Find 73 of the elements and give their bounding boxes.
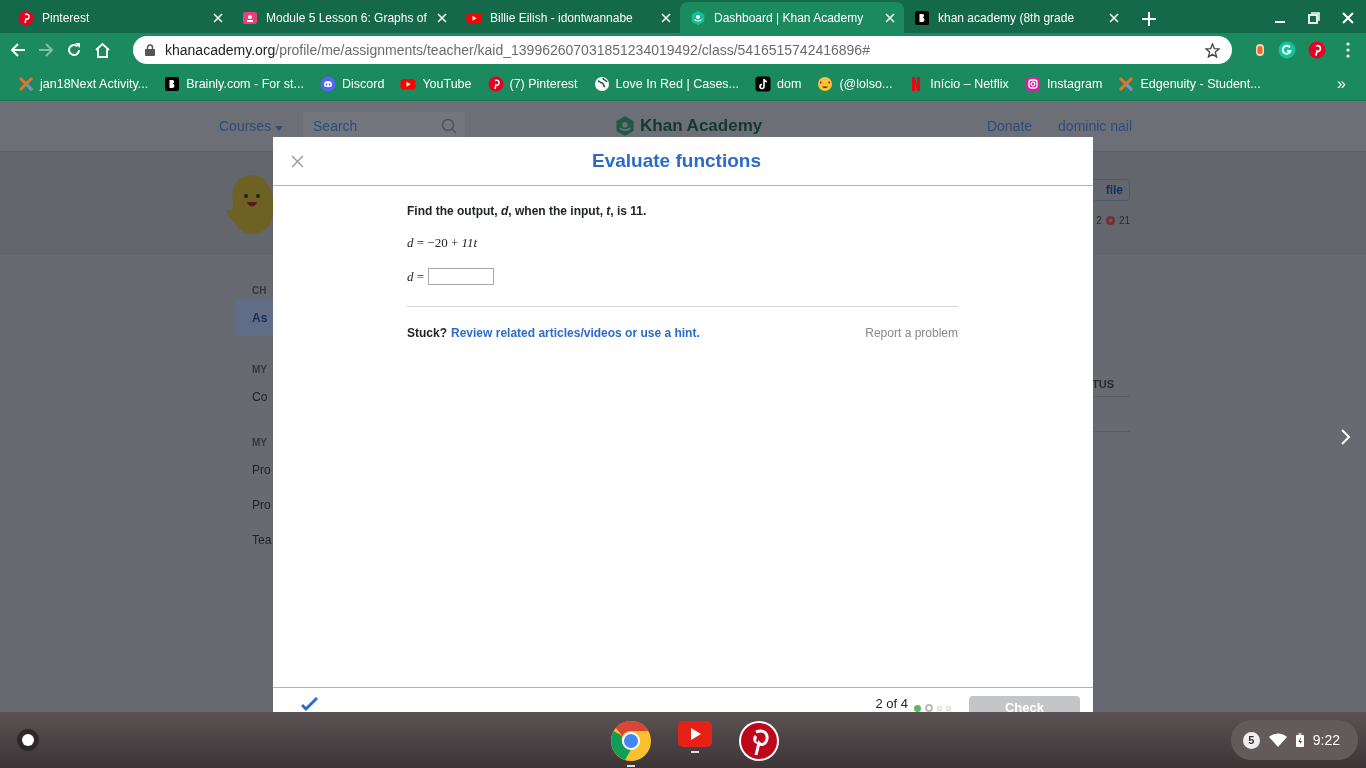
- running-indicator: [691, 751, 699, 754]
- video-app-icon[interactable]: [678, 721, 712, 748]
- site-icon: [593, 75, 610, 92]
- search-icon: [441, 118, 458, 134]
- back-icon[interactable]: [10, 42, 26, 58]
- new-tab-icon[interactable]: [1142, 12, 1156, 26]
- site-icon: [320, 75, 336, 92]
- notification-count: 5: [1242, 731, 1260, 749]
- site-icon: [18, 9, 34, 26]
- badge-icon: [1105, 216, 1115, 225]
- site-icon: [164, 75, 181, 92]
- browser-tab[interactable]: Pinterest: [8, 2, 232, 33]
- report-problem-link[interactable]: Report a problem: [865, 326, 958, 340]
- bookmark[interactable]: YouTube: [392, 75, 480, 92]
- equation: d = −20 + 11t: [407, 235, 479, 251]
- more-bookmarks[interactable]: »: [1327, 74, 1356, 93]
- extension-icon[interactable]: [1308, 41, 1326, 59]
- site-icon: [18, 75, 34, 92]
- browser-app-icon[interactable]: [611, 721, 651, 762]
- site-icon: [1118, 75, 1135, 92]
- bookmark[interactable]: Início – Netflix: [900, 75, 1017, 92]
- bookmark[interactable]: Instagram: [1016, 75, 1111, 92]
- bookmark[interactable]: (7) Pinterest: [479, 75, 586, 92]
- extension-icon[interactable]: [1254, 42, 1266, 58]
- pencil-check-icon: [301, 696, 319, 712]
- battery-icon: [1295, 733, 1304, 748]
- launcher-icon[interactable]: [16, 728, 40, 753]
- site-icon: [914, 9, 930, 26]
- wifi-icon: [1268, 733, 1287, 748]
- pin-app-icon[interactable]: [739, 721, 779, 762]
- bookmark[interactable]: (@lolso...: [809, 75, 901, 92]
- bookmark[interactable]: dom: [747, 75, 810, 92]
- stat-count: 21: [1118, 215, 1130, 226]
- browser-tab[interactable]: Module 5 Lesson 6: Graphs of: [232, 2, 456, 33]
- status-tray[interactable]: 5 9:22: [1230, 720, 1358, 761]
- running-indicator: [627, 765, 635, 768]
- hint-link[interactable]: Review related articles/videos or use a hint.: [451, 326, 700, 340]
- browser-tab[interactable]: khan academy (8th grade: [904, 2, 1128, 33]
- bookmark[interactable]: Love In Red | Cases...: [585, 75, 748, 92]
- reload-icon[interactable]: [66, 42, 82, 58]
- site-icon: [1024, 75, 1041, 92]
- site-icon: [755, 75, 772, 92]
- bookmark[interactable]: Brainly.com - For st...: [156, 75, 312, 92]
- address-bar[interactable]: khanacademy.org/profile/me/assignments/teacher/kaid_139962607031851234019492/class/5416515742416896#: [133, 36, 1232, 64]
- extension-icon[interactable]: [1278, 41, 1296, 59]
- site-icon: [487, 75, 504, 92]
- logo-icon: [615, 115, 636, 137]
- browser-tab[interactable]: Billie Eilish - idontwannabe: [456, 2, 680, 33]
- dialog-title: Evaluate functions: [591, 150, 762, 172]
- restore-icon[interactable]: [1308, 12, 1320, 24]
- home-icon[interactable]: [94, 42, 111, 58]
- url-text: khanacademy.org/profile/me/assignments/teacher/kaid_139962607031851234019492/class/5416515742416896#: [165, 42, 871, 58]
- site-icon: [817, 75, 834, 92]
- site-logo-text[interactable]: Khan Academy: [640, 116, 763, 136]
- stuck-label: Stuck?: [407, 326, 447, 340]
- lock-icon: [145, 44, 155, 56]
- bookmark[interactable]: Discord: [312, 75, 393, 92]
- site-icon: [242, 9, 258, 26]
- search-placeholder: Search: [313, 118, 358, 134]
- bookmark[interactable]: jan18Next Activity...: [10, 75, 157, 92]
- answer-label: d =: [407, 268, 425, 285]
- browser-tab[interactable]: Dashboard | Khan Academy: [680, 2, 904, 33]
- star-icon[interactable]: [1205, 42, 1220, 58]
- answer-field[interactable]: [428, 268, 495, 285]
- caret-icon: [275, 126, 284, 131]
- site-icon: [690, 9, 706, 26]
- clock-time: 9:22: [1312, 732, 1340, 749]
- progress-text: 2 of 4: [875, 696, 908, 711]
- bookmark[interactable]: Edgenuity - Student...: [1110, 75, 1269, 92]
- menu-icon[interactable]: [1346, 42, 1350, 58]
- question-text: Find the output, d, when the input, t, is 11.: [407, 204, 648, 218]
- stat-count: 2: [1096, 215, 1102, 226]
- close-icon[interactable]: [291, 154, 304, 168]
